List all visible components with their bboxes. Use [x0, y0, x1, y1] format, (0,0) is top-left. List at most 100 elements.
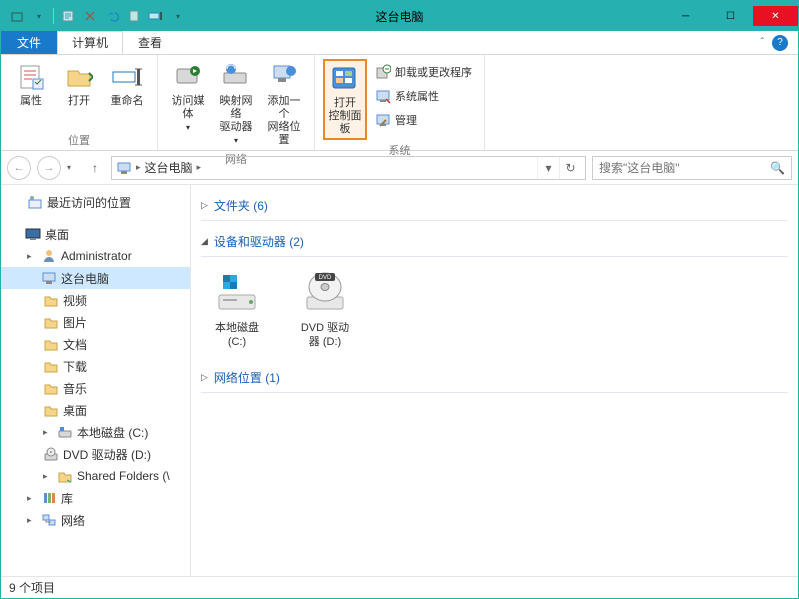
- computer-icon: [116, 160, 132, 176]
- map-drive-button[interactable]: 映射网络 驱动器 ▾: [214, 59, 258, 149]
- qat-new-icon[interactable]: [124, 6, 144, 26]
- navigation-tree[interactable]: 最近访问的位置 桌面 ▸Administrator 这台电脑 视频 图片 文档 …: [1, 185, 191, 576]
- address-bar[interactable]: ▸ 这台电脑 ▸ ▾ ↻: [111, 156, 586, 180]
- folder-icon: [43, 314, 59, 330]
- tree-network[interactable]: ▸网络: [1, 509, 190, 531]
- network-folder-icon: [57, 468, 73, 484]
- tree-desktop[interactable]: 桌面: [1, 223, 190, 245]
- tree-videos[interactable]: 视频: [1, 289, 190, 311]
- network-locations-group-header[interactable]: ▷网络位置 (1): [201, 363, 788, 393]
- chevron-right-icon: ▷: [201, 200, 208, 211]
- qat-dropdown-2[interactable]: ▾: [168, 6, 188, 26]
- tree-libraries[interactable]: ▸库: [1, 487, 190, 509]
- chevron-right-icon: ▷: [201, 372, 208, 383]
- status-bar: 9 个项目: [1, 576, 798, 598]
- content-pane[interactable]: ▷文件夹 (6) ◢设备和驱动器 (2) 本地磁盘 (C:) DVD DVD 驱…: [191, 185, 798, 576]
- qat-properties-icon[interactable]: [58, 6, 78, 26]
- qat-undo-icon[interactable]: [102, 6, 122, 26]
- ribbon-tabs: 文件 计算机 查看 ˆ ?: [1, 31, 798, 55]
- ribbon-group-network: 访问媒体▾ 映射网络 驱动器 ▾ 添加一个 网络位置 网络: [158, 55, 315, 150]
- breadcrumb-segment[interactable]: 这台电脑: [145, 159, 193, 176]
- network-icon: [41, 512, 57, 528]
- qat-delete-icon[interactable]: [80, 6, 100, 26]
- folders-group-header[interactable]: ▷文件夹 (6): [201, 191, 788, 221]
- tree-pictures[interactable]: 图片: [1, 311, 190, 333]
- access-media-button[interactable]: 访问媒体▾: [166, 59, 210, 136]
- expand-icon[interactable]: ▸: [27, 493, 37, 504]
- computer-icon: [41, 270, 57, 286]
- folder-icon: [43, 402, 59, 418]
- breadcrumb-arrow[interactable]: ▸: [136, 162, 141, 173]
- title-bar: ▾ ▾ 这台电脑 ─ ☐ ✕: [1, 1, 798, 31]
- expand-icon[interactable]: ▸: [43, 471, 53, 482]
- rename-button[interactable]: 重命名: [105, 59, 149, 110]
- uninstall-button[interactable]: 卸载或更改程序: [375, 61, 472, 83]
- item-count: 9 个项目: [9, 579, 55, 596]
- tree-downloads[interactable]: 下载: [1, 355, 190, 377]
- user-icon: [41, 248, 57, 264]
- tree-desktop-folder[interactable]: 桌面: [1, 399, 190, 421]
- ribbon-group-system: 打开 控制面板 卸载或更改程序 系统属性 管理 系统: [315, 55, 485, 150]
- close-button[interactable]: ✕: [753, 6, 798, 26]
- manage-icon: [375, 112, 391, 128]
- tree-music[interactable]: 音乐: [1, 377, 190, 399]
- qat-icon-1[interactable]: [7, 6, 27, 26]
- add-network-location-button[interactable]: 添加一个 网络位置: [262, 59, 306, 149]
- tree-local-disk-c[interactable]: ▸本地磁盘 (C:): [1, 421, 190, 443]
- back-button[interactable]: ←: [7, 156, 31, 180]
- expand-icon[interactable]: ▸: [43, 427, 53, 438]
- drive-d[interactable]: DVD DVD 驱动 器 (D:): [293, 269, 357, 349]
- folder-icon: [43, 292, 59, 308]
- search-input[interactable]: [599, 161, 770, 175]
- libraries-icon: [41, 490, 57, 506]
- tree-documents[interactable]: 文档: [1, 333, 190, 355]
- up-button[interactable]: ↑: [85, 158, 105, 178]
- local-disk-icon: [213, 269, 261, 317]
- properties-button[interactable]: 属性: [9, 59, 53, 110]
- tree-shared-folders[interactable]: ▸Shared Folders (\: [1, 465, 190, 487]
- search-icon: 🔍: [770, 161, 785, 175]
- control-panel-button[interactable]: 打开 控制面板: [323, 59, 367, 140]
- expand-icon[interactable]: ▸: [27, 251, 37, 262]
- tree-dvd-drive[interactable]: DVD 驱动器 (D:): [1, 443, 190, 465]
- system-properties-button[interactable]: 系统属性: [375, 85, 472, 107]
- file-tab[interactable]: 文件: [1, 31, 57, 54]
- qat-rename-icon[interactable]: [146, 6, 166, 26]
- history-dropdown[interactable]: ▾: [67, 163, 79, 172]
- collapse-ribbon-icon[interactable]: ˆ: [761, 37, 764, 48]
- tree-administrator[interactable]: ▸Administrator: [1, 245, 190, 267]
- search-box[interactable]: 🔍: [592, 156, 792, 180]
- ribbon-group-location: 属性 打开 重命名 位置: [1, 55, 158, 150]
- folder-icon: [43, 336, 59, 352]
- address-dropdown[interactable]: ▾: [537, 157, 559, 179]
- desktop-icon: [25, 226, 41, 242]
- qat-dropdown[interactable]: ▾: [29, 6, 49, 26]
- svg-text:DVD: DVD: [319, 275, 332, 281]
- drives-list: 本地磁盘 (C:) DVD DVD 驱动 器 (D:): [201, 263, 788, 363]
- maximize-button[interactable]: ☐: [708, 6, 753, 26]
- drive-icon: [57, 424, 73, 440]
- devices-group-header[interactable]: ◢设备和驱动器 (2): [201, 227, 788, 257]
- expand-icon[interactable]: ▸: [27, 515, 37, 526]
- folder-icon: [43, 358, 59, 374]
- breadcrumb-arrow-2[interactable]: ▸: [197, 162, 202, 173]
- view-tab[interactable]: 查看: [123, 31, 177, 54]
- chevron-down-icon: ◢: [201, 236, 208, 247]
- help-icon[interactable]: ?: [772, 35, 788, 51]
- forward-button[interactable]: →: [37, 156, 61, 180]
- computer-tab[interactable]: 计算机: [57, 31, 123, 54]
- drive-c[interactable]: 本地磁盘 (C:): [205, 269, 269, 349]
- system-properties-icon: [375, 88, 391, 104]
- minimize-button[interactable]: ─: [663, 6, 708, 26]
- tree-this-pc[interactable]: 这台电脑: [1, 267, 190, 289]
- quick-access-toolbar: ▾ ▾: [1, 6, 188, 26]
- uninstall-icon: [375, 64, 391, 80]
- dvd-icon: [43, 446, 59, 462]
- manage-button[interactable]: 管理: [375, 109, 472, 131]
- folder-icon: [43, 380, 59, 396]
- refresh-button[interactable]: ↻: [559, 157, 581, 179]
- tree-recent[interactable]: 最近访问的位置: [1, 191, 190, 213]
- open-button[interactable]: 打开: [57, 59, 101, 110]
- main-area: 最近访问的位置 桌面 ▸Administrator 这台电脑 视频 图片 文档 …: [1, 185, 798, 576]
- window-controls: ─ ☐ ✕: [663, 6, 798, 26]
